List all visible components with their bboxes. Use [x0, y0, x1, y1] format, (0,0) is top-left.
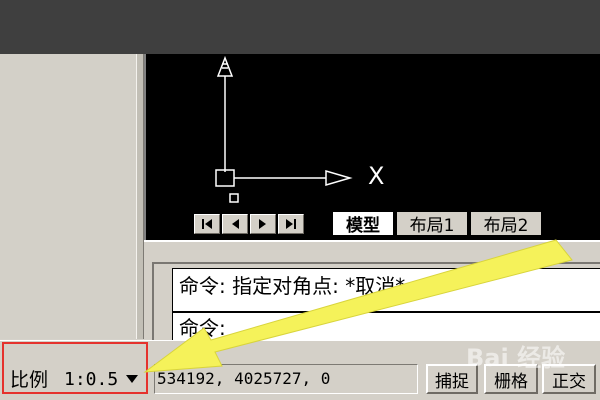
ortho-button-label: 正交: [552, 371, 586, 392]
command-separator: [173, 311, 600, 313]
tab-layout2-label: 布局2: [483, 216, 529, 236]
command-history[interactable]: 命令: 指定对角点: *取消* 命令:: [172, 268, 600, 342]
viewport-bottom-edge: [144, 240, 600, 254]
tab-layout1-label: 布局1: [409, 216, 455, 236]
snap-button[interactable]: 捕捉: [426, 364, 478, 394]
x-axis-label: X: [368, 162, 385, 190]
grid-button-label: 栅格: [494, 371, 528, 392]
first-tab-button[interactable]: [194, 214, 220, 234]
tab-model[interactable]: 模型: [332, 212, 394, 236]
previous-tab-icon: [232, 219, 239, 229]
first-tab-icon: [202, 219, 212, 229]
ortho-button[interactable]: 正交: [542, 364, 596, 394]
panel-splitter[interactable]: [136, 54, 144, 339]
coordinate-readout: 534192, 4025727, 0: [154, 364, 418, 394]
top-dark-band: [0, 0, 600, 54]
left-panel: [0, 54, 136, 339]
next-tab-icon: [259, 219, 266, 229]
previous-tab-button[interactable]: [222, 214, 248, 234]
grid-button[interactable]: 栅格: [484, 364, 538, 394]
tab-model-label: 模型: [346, 216, 380, 236]
tab-layout2[interactable]: 布局2: [470, 212, 542, 236]
command-prompt[interactable]: 命令:: [179, 315, 226, 341]
last-tab-button[interactable]: [278, 214, 304, 234]
command-line-1: 命令: 指定对角点: *取消*: [179, 274, 406, 298]
tab-layout1[interactable]: 布局1: [396, 212, 468, 236]
scale-highlight-box: [2, 342, 148, 394]
snap-button-label: 捕捉: [435, 371, 469, 392]
last-tab-icon: [286, 219, 296, 229]
next-tab-button[interactable]: [250, 214, 276, 234]
layout-tab-strip: 模型 布局1 布局2: [192, 210, 600, 238]
